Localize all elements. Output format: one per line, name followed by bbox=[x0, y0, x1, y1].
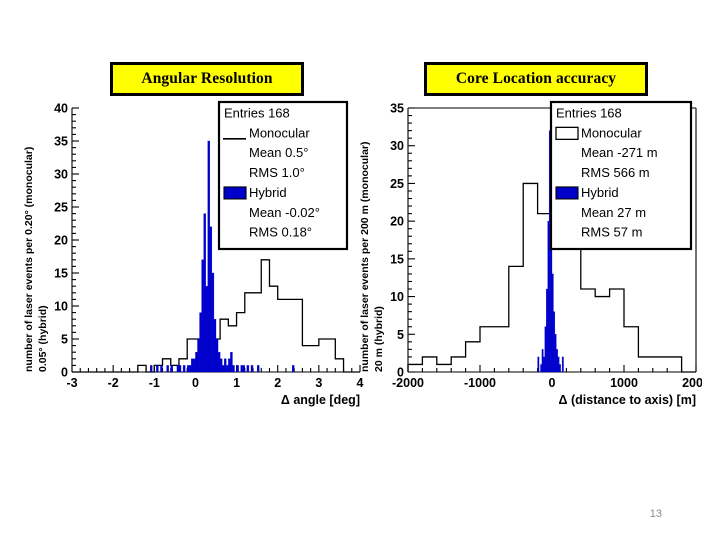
x-tick-label: 0 bbox=[192, 376, 199, 390]
y-tick-label: 5 bbox=[397, 328, 404, 342]
y-tick-label: 30 bbox=[390, 139, 404, 153]
x-tick-label: 1000 bbox=[610, 376, 638, 390]
legend-hyb-rms: RMS 0.18° bbox=[249, 225, 312, 240]
y-axis-title-line1: number of laser events per 200 m (monocu… bbox=[359, 142, 371, 373]
y-tick-label: 5 bbox=[61, 333, 68, 347]
legend-hyb-mean: Mean -0.02° bbox=[249, 205, 320, 220]
x-axis-title: Δ angle [deg] bbox=[281, 393, 360, 407]
chart-core-location-accuracy: -2000-100001000200005101520253035Δ (dist… bbox=[352, 96, 702, 416]
legend-swatch-hybrid bbox=[223, 186, 247, 200]
y-tick-label: 0 bbox=[61, 366, 68, 380]
x-tick-label: 3 bbox=[315, 376, 322, 390]
legend: Entries 168 Monocular Mean -271 m RMS 566 m… bbox=[549, 100, 693, 251]
legend-mono-mean: Mean -271 m bbox=[581, 145, 658, 160]
legend-mono-rms: RMS 566 m bbox=[581, 165, 650, 180]
legend-mono-rms: RMS 1.0° bbox=[249, 165, 305, 180]
y-tick-label: 10 bbox=[390, 290, 404, 304]
title-banner-core-location-accuracy: Core Location accuracy bbox=[424, 62, 648, 96]
y-tick-label: 0 bbox=[397, 366, 404, 380]
y-tick-label: 25 bbox=[390, 177, 404, 191]
y-axis-ticks: 0 5 10 15 20 25 30 35 bbox=[390, 102, 415, 380]
x-axis-title: Δ (distance to axis) [m] bbox=[559, 393, 696, 407]
x-tick-label: 2000 bbox=[682, 376, 702, 390]
x-tick-label: 2 bbox=[274, 376, 281, 390]
y-tick-label: 35 bbox=[390, 102, 404, 116]
x-tick-label: 0 bbox=[549, 376, 556, 390]
legend-swatch-hybrid bbox=[555, 186, 579, 200]
legend-mono-mean: Mean 0.5° bbox=[249, 145, 308, 160]
y-tick-label: 10 bbox=[54, 300, 68, 314]
y-tick-label: 20 bbox=[54, 234, 68, 248]
y-axis-ticks: 0 5 10 15 20 25 30 35 40 bbox=[54, 102, 79, 380]
y-axis-title-line2: 20 m (hybrid) bbox=[373, 306, 385, 372]
y-tick-label: 15 bbox=[54, 267, 68, 281]
legend-hyb-mean: Mean 27 m bbox=[581, 205, 646, 220]
y-tick-label: 20 bbox=[390, 215, 404, 229]
legend: Entries 168 Monocular Mean 0.5° RMS 1.0° Hyb… bbox=[217, 100, 349, 251]
legend-hyb-label: Hybrid bbox=[249, 185, 287, 200]
legend-hyb-label: Hybrid bbox=[581, 185, 619, 200]
chart-angular-resolution: -3 -2 -1 0 1 2 3 4 0 5 10 15 20 25 30 35 40 Δ angle [deg]… bbox=[16, 96, 366, 416]
legend-entries-label: Entries 168 bbox=[556, 105, 622, 120]
x-tick-label: -2 bbox=[108, 376, 119, 390]
legend-entries-label: Entries 168 bbox=[224, 105, 290, 120]
page-number: 13 bbox=[649, 508, 662, 520]
x-tick-label: -1000 bbox=[464, 376, 496, 390]
x-tick-label: -1 bbox=[149, 376, 160, 390]
y-axis-title-line2: 0.05° (hybrid) bbox=[37, 305, 49, 372]
legend-mono-label: Monocular bbox=[249, 125, 310, 140]
title-banner-angular-resolution: Angular Resolution bbox=[110, 62, 304, 96]
legend-mono-label: Monocular bbox=[581, 125, 642, 140]
y-tick-label: 25 bbox=[54, 201, 68, 215]
x-tick-label: -3 bbox=[66, 376, 77, 390]
x-tick-label: 1 bbox=[233, 376, 240, 390]
legend-hyb-rms: RMS 57 m bbox=[581, 225, 642, 240]
y-tick-label: 15 bbox=[390, 252, 404, 266]
slide-canvas: Angular Resolution Core Location accurac… bbox=[0, 0, 720, 540]
y-tick-label: 30 bbox=[54, 168, 68, 182]
legend-swatch-monocular bbox=[555, 126, 579, 141]
y-tick-label: 40 bbox=[54, 102, 68, 116]
y-axis-title-line1: number of laser events per 0.20° (monocu… bbox=[23, 147, 35, 372]
y-tick-label: 35 bbox=[54, 135, 68, 149]
